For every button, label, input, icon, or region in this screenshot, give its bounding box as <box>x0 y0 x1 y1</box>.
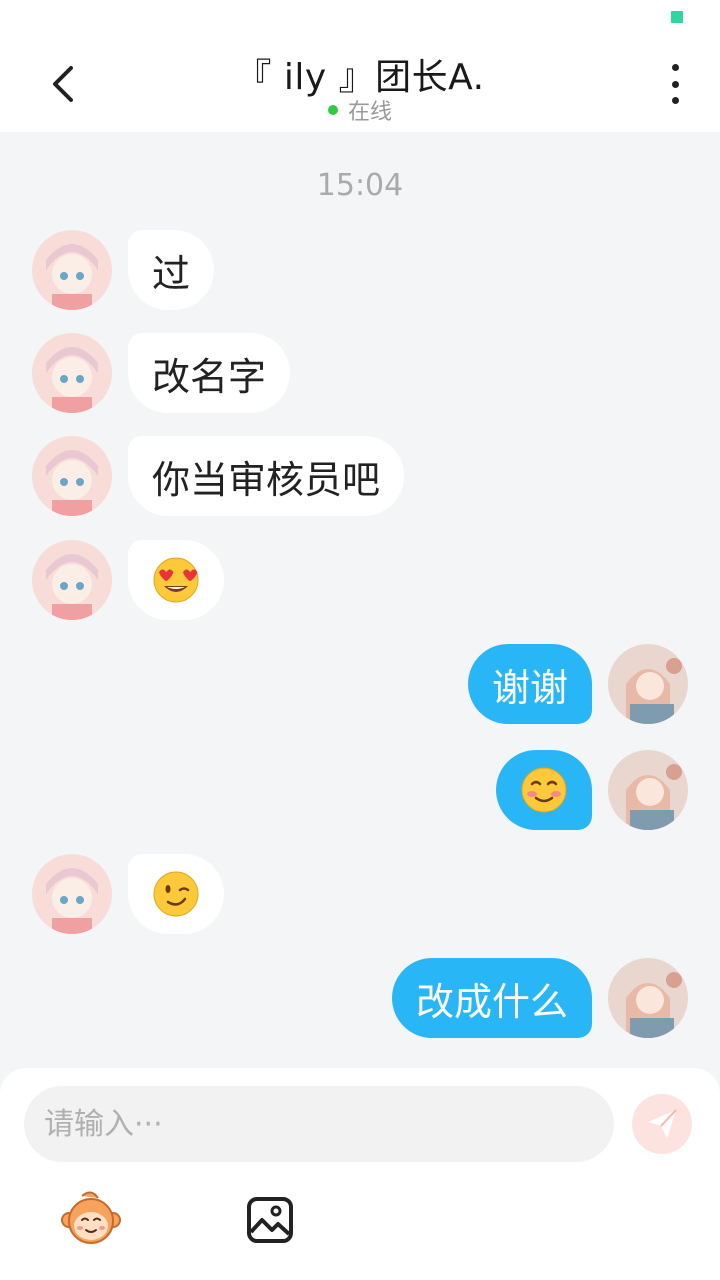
contact-avatar[interactable] <box>32 333 112 413</box>
wink-emoji-icon <box>153 871 199 917</box>
heart-eyes-emoji-icon <box>153 557 199 603</box>
more-dot-icon <box>671 64 679 71</box>
battery-indicator-icon <box>671 11 683 23</box>
contact-avatar[interactable] <box>32 540 112 620</box>
message-bubble: 过 <box>128 230 215 310</box>
image-icon <box>247 1197 293 1243</box>
message-bubble: 改成什么 <box>391 958 592 1038</box>
image-button[interactable] <box>244 1194 296 1246</box>
message-input[interactable] <box>42 1105 614 1143</box>
message-bubble: 谢谢 <box>467 644 592 724</box>
input-panel <box>0 1068 720 1280</box>
contact-avatar[interactable] <box>32 854 112 934</box>
message-input-box[interactable] <box>24 1086 614 1162</box>
send-button[interactable] <box>632 1094 692 1154</box>
status-bar <box>0 0 720 36</box>
paper-plane-icon <box>648 1109 677 1138</box>
online-status: 在线 <box>0 94 720 126</box>
online-status-label: 在线 <box>347 100 392 125</box>
more-options-button[interactable] <box>660 64 690 104</box>
contact-avatar[interactable] <box>32 230 112 310</box>
chat-header: 『 ily 』团长A. 在线 <box>0 36 720 132</box>
my-avatar[interactable] <box>608 644 688 724</box>
my-avatar[interactable] <box>608 750 688 830</box>
message-bubble: 改名字 <box>128 333 291 413</box>
online-dot-icon <box>327 105 338 115</box>
sticker-button[interactable] <box>60 1188 122 1250</box>
message-timestamp: 15:04 <box>316 168 404 203</box>
contact-name: 『 ily 』团长A. <box>235 57 485 98</box>
my-avatar[interactable] <box>608 958 688 1038</box>
message-bubble <box>128 540 224 620</box>
monkey-sticker-icon <box>61 1191 121 1244</box>
contact-avatar[interactable] <box>32 436 112 516</box>
message-bubble <box>128 854 224 934</box>
message-bubble: 你当审核员吧 <box>128 436 405 516</box>
blush-emoji-icon <box>521 767 567 813</box>
more-dot-icon <box>671 97 679 104</box>
message-bubble <box>496 750 592 830</box>
more-dot-icon <box>671 80 679 88</box>
